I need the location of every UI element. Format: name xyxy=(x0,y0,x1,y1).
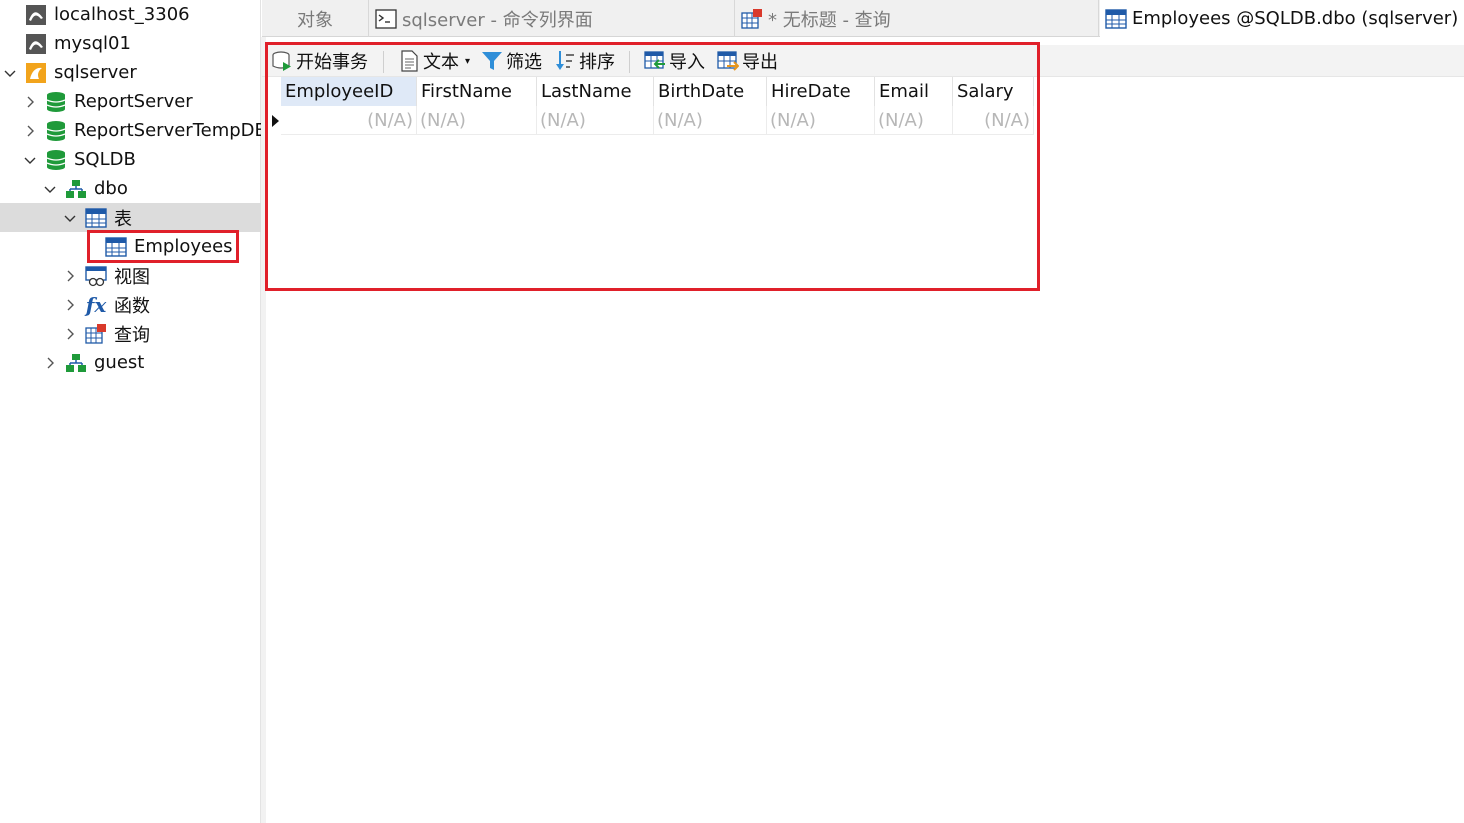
query-icon xyxy=(740,7,764,31)
tab-label: * 无标题 - 查询 xyxy=(768,9,891,31)
button-label: 开始事务 xyxy=(296,52,368,73)
table-icon xyxy=(84,206,108,230)
table-cell[interactable]: (N/A) xyxy=(537,106,654,135)
tree-item-functions[interactable]: fx 函数 xyxy=(0,290,261,319)
table-icon xyxy=(1104,7,1128,31)
toolbar-separator xyxy=(629,51,630,73)
toolbar-separator xyxy=(383,51,384,73)
console-icon xyxy=(374,7,398,31)
table-cell[interactable]: (N/A) xyxy=(875,106,953,135)
column-header-salary[interactable]: Salary xyxy=(953,77,1034,106)
button-label: 排序 xyxy=(579,52,615,73)
database-icon xyxy=(44,148,68,172)
tab-untitled-query[interactable]: * 无标题 - 查询 xyxy=(735,0,1099,37)
tab-sqlserver-console[interactable]: sqlserver - 命令列界面 xyxy=(369,0,735,37)
tree-item-sqlserver[interactable]: sqlserver xyxy=(0,58,261,87)
column-header-employeeid[interactable]: EmployeeID xyxy=(281,77,417,106)
sort-icon xyxy=(554,49,576,73)
column-header-birthdate[interactable]: BirthDate xyxy=(654,77,767,106)
transaction-icon xyxy=(271,49,293,73)
import-icon xyxy=(644,49,666,73)
tab-employees-table[interactable]: Employees @SQLDB.dbo (sqlserver) ... xyxy=(1100,0,1464,37)
tab-label: Employees @SQLDB.dbo (sqlserver) ... xyxy=(1132,8,1464,29)
tree-item-label: localhost_3306 xyxy=(54,4,190,25)
chevron-down-icon[interactable] xyxy=(2,65,18,81)
export-icon xyxy=(717,49,739,73)
tree-item-label: mysql01 xyxy=(54,33,131,54)
database-icon xyxy=(44,90,68,114)
table-cell[interactable]: (N/A) xyxy=(417,106,537,135)
database-icon xyxy=(44,119,68,143)
chevron-down-icon[interactable] xyxy=(42,181,58,197)
column-header-firstname[interactable]: FirstName xyxy=(417,77,537,106)
chevron-right-icon[interactable] xyxy=(42,355,58,371)
tree-item-label: 表 xyxy=(114,208,132,230)
mysql-connection-icon xyxy=(24,3,48,27)
chevron-right-icon[interactable] xyxy=(62,297,78,313)
tree-item-reportservertempdb[interactable]: ReportServerTempDB xyxy=(0,116,267,145)
column-header-hiredate[interactable]: HireDate xyxy=(767,77,875,106)
schema-icon xyxy=(64,351,88,375)
column-header-email[interactable]: Email xyxy=(875,77,953,106)
table-cell[interactable]: (N/A) xyxy=(953,106,1034,135)
column-header-lastname[interactable]: LastName xyxy=(537,77,654,106)
panel-splitter[interactable] xyxy=(261,37,266,823)
document-icon xyxy=(398,49,420,73)
mysql-connection-icon xyxy=(24,32,48,56)
chevron-right-icon[interactable] xyxy=(62,268,78,284)
tree-item-tables[interactable]: 表 xyxy=(0,203,261,232)
tree-item-label: ReportServer xyxy=(74,91,193,112)
tree-item-label: guest xyxy=(94,352,145,373)
tree-item-guest[interactable]: guest xyxy=(0,348,261,377)
tree-item-reportserver[interactable]: ReportServer xyxy=(0,87,261,116)
button-label: 导出 xyxy=(742,52,778,73)
table-toolbar: 开始事务 文本 ▾ 筛选 排序 导入 导出 xyxy=(262,45,1464,77)
chevron-right-icon[interactable] xyxy=(22,123,38,139)
tab-objects[interactable]: 对象 xyxy=(262,0,369,37)
query-icon xyxy=(84,322,108,346)
tab-label: 对象 xyxy=(297,9,333,31)
tree-item-dbo[interactable]: dbo xyxy=(0,174,261,203)
text-view-button[interactable]: 文本 ▾ xyxy=(398,45,470,77)
table-cell[interactable]: (N/A) xyxy=(281,106,417,135)
data-grid: EmployeeID FirstName LastName BirthDate … xyxy=(268,77,1034,137)
view-icon xyxy=(84,264,108,288)
navigation-tree: localhost_3306 mysql01 sqlserver ReportS… xyxy=(0,0,267,823)
button-label: 筛选 xyxy=(506,52,542,73)
import-button[interactable]: 导入 xyxy=(644,45,705,77)
chevron-down-icon[interactable] xyxy=(62,210,78,226)
begin-transaction-button[interactable]: 开始事务 xyxy=(271,45,368,77)
export-button[interactable]: 导出 xyxy=(717,45,778,77)
tree-item-localhost_3306[interactable]: localhost_3306 xyxy=(0,0,261,29)
tree-item-label: ReportServerTempDB xyxy=(74,120,267,141)
filter-icon xyxy=(481,49,503,73)
tree-item-sqldb[interactable]: SQLDB xyxy=(0,145,261,174)
button-label: 文本 xyxy=(423,52,459,73)
filter-button[interactable]: 筛选 xyxy=(481,45,542,77)
chevron-right-icon[interactable] xyxy=(22,94,38,110)
annotation-highlight-box xyxy=(87,230,239,263)
chevron-down-icon[interactable] xyxy=(22,152,38,168)
sqlserver-connection-icon xyxy=(24,61,48,85)
sort-button[interactable]: 排序 xyxy=(554,45,615,77)
current-row-indicator-icon xyxy=(272,115,279,127)
tree-item-queries[interactable]: 查询 xyxy=(0,319,261,348)
tree-item-label: 查询 xyxy=(114,324,150,346)
table-cell[interactable]: (N/A) xyxy=(767,106,875,135)
tab-bar: 对象 sqlserver - 命令列界面 * 无标题 - 查询 Employee… xyxy=(262,0,1464,37)
tab-label: sqlserver - 命令列界面 xyxy=(402,9,593,31)
tree-item-label: SQLDB xyxy=(74,149,136,170)
chevron-right-icon[interactable] xyxy=(62,326,78,342)
tree-item-label: 视图 xyxy=(114,266,150,288)
tree-item-views[interactable]: 视图 xyxy=(0,261,261,290)
tree-item-mysql01[interactable]: mysql01 xyxy=(0,29,261,58)
table-cell[interactable]: (N/A) xyxy=(654,106,767,135)
dropdown-arrow-icon[interactable]: ▾ xyxy=(465,56,470,67)
schema-icon xyxy=(64,177,88,201)
tree-item-label: dbo xyxy=(94,178,128,199)
button-label: 导入 xyxy=(669,52,705,73)
tree-item-label: sqlserver xyxy=(54,62,137,83)
function-icon: fx xyxy=(85,292,107,317)
tree-item-label: 函数 xyxy=(114,295,150,317)
